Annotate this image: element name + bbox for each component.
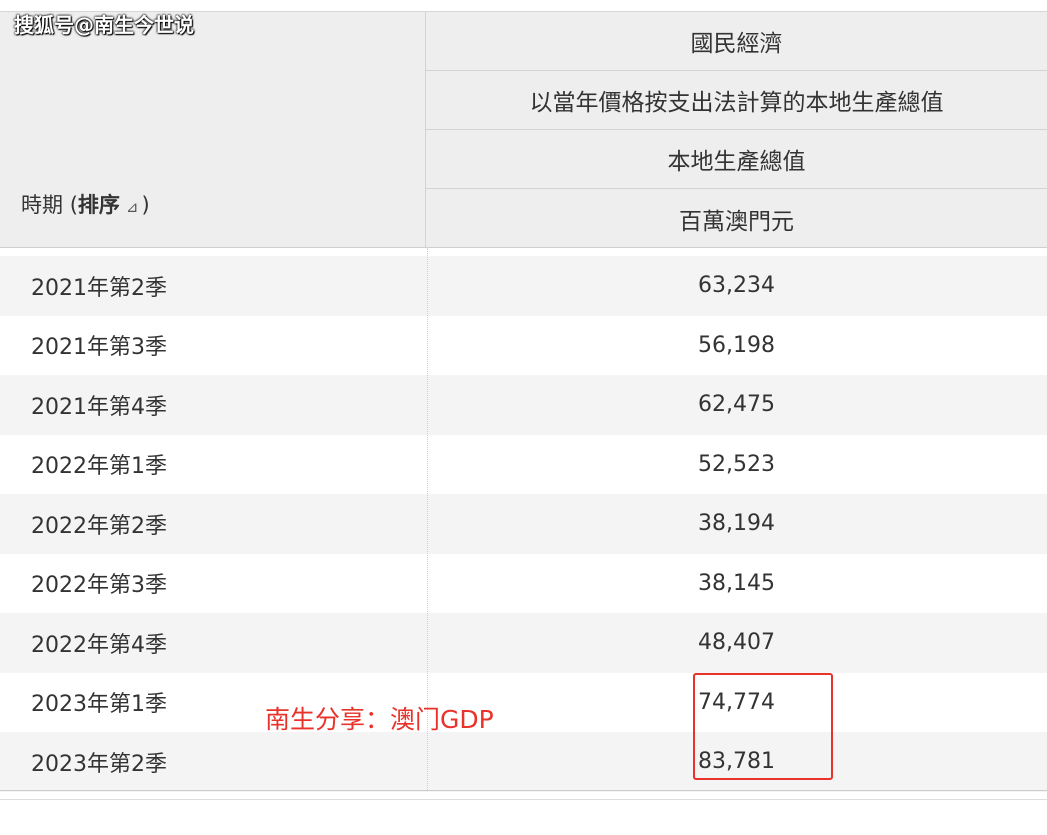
- table-row: 2021年第3季 56,198: [0, 316, 1047, 376]
- table-row: 2022年第3季 38,145: [0, 554, 1047, 614]
- period-cell: 2023年第1季: [31, 692, 167, 718]
- header-indicator: 以當年價格按支出法計算的本地生產總值: [426, 71, 1047, 130]
- sort-paren-close: ): [141, 193, 150, 217]
- table-row: 2022年第4季 48,407: [0, 613, 1047, 673]
- period-label: 時期: [21, 193, 63, 217]
- gdp-value-cell: 38,194: [698, 511, 775, 537]
- gdp-value-cell: 56,198: [698, 332, 775, 358]
- sort-paren-open: (: [69, 193, 78, 217]
- period-cell: 2021年第4季: [31, 394, 167, 420]
- watermark: 搜狐号@南生今世说: [14, 13, 194, 37]
- period-cell: 2023年第2季: [31, 751, 167, 777]
- period-cell: 2022年第2季: [31, 513, 167, 539]
- header-category: 國民經濟: [426, 12, 1047, 71]
- gdp-value-cell: 48,407: [698, 630, 775, 656]
- table-row: 2022年第1季 52,523: [0, 435, 1047, 495]
- period-column-header[interactable]: 時期 (排序 ⊿): [21, 189, 150, 219]
- period-cell: 2021年第2季: [31, 275, 167, 301]
- table-row: 2021年第4季 62,475: [0, 375, 1047, 435]
- table-header-right: 國民經濟 以當年價格按支出法計算的本地生產總值 本地生產總值 百萬澳門元: [426, 11, 1047, 248]
- period-cell: 2022年第3季: [31, 573, 167, 599]
- header-metric: 本地生產總值: [426, 130, 1047, 189]
- header-unit: 百萬澳門元: [679, 208, 794, 235]
- gdp-value-cell: 62,475: [698, 392, 775, 418]
- period-cell: 2022年第1季: [31, 454, 167, 480]
- gdp-table: 國民經濟 以當年價格按支出法計算的本地生產總值 本地生產總值 百萬澳門元 時期 …: [0, 0, 1047, 835]
- sort-label[interactable]: 排序: [78, 193, 120, 217]
- period-cell: 2021年第3季: [31, 335, 167, 361]
- table-footer-border: [0, 799, 1047, 800]
- annotation-text: 南生分享：澳门GDP: [265, 705, 494, 734]
- gdp-value-cell: 38,145: [698, 570, 775, 596]
- table-row: 2021年第2季 63,234: [0, 256, 1047, 316]
- sort-icon[interactable]: ⊿: [126, 198, 139, 216]
- table-body: 2021年第2季 63,234 2021年第3季 56,198 2021年第4季…: [0, 256, 1047, 792]
- table-row: 2022年第2季 38,194: [0, 494, 1047, 554]
- table-row: 2023年第2季 83,781: [0, 732, 1047, 792]
- table-bottom-border: [0, 790, 1047, 791]
- gdp-value-cell: 52,523: [698, 451, 775, 477]
- gdp-value-cell: 63,234: [698, 273, 775, 299]
- table-row: 2023年第1季 74,774: [0, 673, 1047, 733]
- period-cell: 2022年第4季: [31, 632, 167, 658]
- highlight-box: [693, 673, 833, 780]
